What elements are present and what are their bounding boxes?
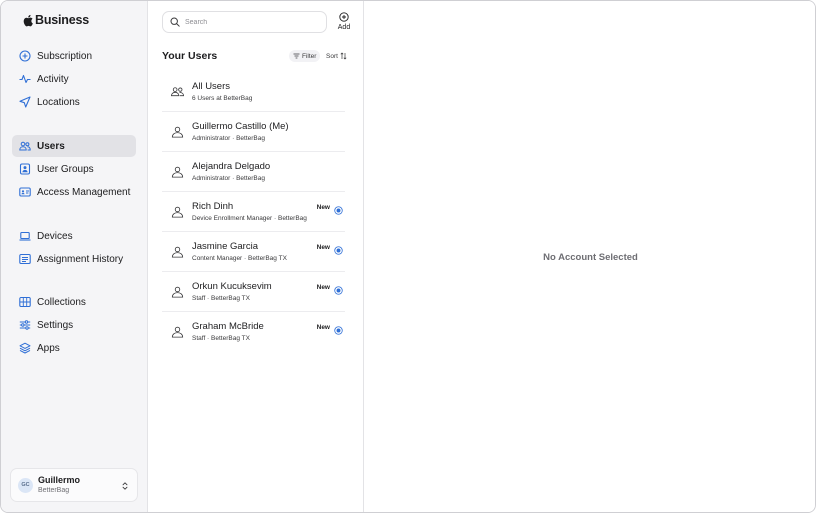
search-input[interactable]: [185, 18, 315, 26]
sidebar-item-access-management[interactable]: Access Management: [12, 181, 136, 203]
list-item-user[interactable]: Jasmine Garcia Content Manager · BetterB…: [162, 232, 345, 272]
brand-text: Business: [35, 13, 89, 27]
row-subtitle: Content Manager · BetterBag TX: [192, 255, 287, 262]
list-item-user[interactable]: Alejandra Delgado Administrator · Better…: [162, 152, 345, 192]
account-org: BetterBag: [38, 487, 70, 494]
row-subtitle: Staff · BetterBag TX: [192, 295, 250, 302]
sort-arrows-icon: [340, 52, 347, 60]
person-icon: [170, 284, 185, 299]
list-item-user[interactable]: Rich Dinh Device Enrollment Manager · Be…: [162, 192, 345, 232]
list-item-user[interactable]: Guillermo Castillo (Me) Administrator · …: [162, 112, 345, 152]
row-name: Jasmine Garcia: [192, 241, 258, 252]
avatar: GC: [18, 477, 33, 493]
chevron-up-down-icon: [122, 482, 128, 490]
sidebar-item-subscription[interactable]: Subscription: [12, 45, 136, 67]
sidebar-item-locations[interactable]: Locations: [12, 91, 136, 113]
sidebar-item-label: Locations: [37, 96, 80, 108]
grid-icon: [19, 296, 31, 308]
add-user-button[interactable]: Add: [336, 12, 352, 31]
row-subtitle: Administrator · BetterBag: [192, 175, 265, 182]
new-badge: New: [316, 324, 330, 331]
row-subtitle: Device Enrollment Manager · BetterBag: [192, 215, 307, 222]
new-badge: New: [316, 204, 330, 211]
user-groups-icon: [19, 163, 31, 175]
sidebar-item-label: Assignment History: [37, 253, 124, 265]
sliders-icon: [19, 319, 31, 331]
sidebar-item-label: Users: [37, 140, 65, 152]
id-card-icon: [19, 186, 31, 198]
sidebar-item-label: Apps: [37, 342, 60, 354]
sidebar-item-label: Access Management: [37, 186, 131, 198]
sidebar-item-apps[interactable]: Apps: [12, 337, 136, 359]
sidebar-item-user-groups[interactable]: User Groups: [12, 158, 136, 180]
row-name: All Users: [192, 81, 231, 92]
location-arrow-icon: [19, 96, 31, 108]
detail-pane: No Account Selected: [364, 1, 815, 512]
unread-dot-icon: [334, 322, 343, 335]
person-icon: [170, 324, 185, 339]
row-name: Guillermo Castillo (Me): [192, 121, 289, 132]
sidebar-item-label: Subscription: [37, 50, 93, 62]
row-subtitle: Administrator · BetterBag: [192, 135, 265, 142]
new-badge: New: [316, 244, 330, 251]
search-icon: [170, 17, 180, 27]
list-item-all-users[interactable]: All Users 6 Users at BetterBag: [162, 72, 345, 112]
app-window: Business Subscription Activity Locations: [0, 0, 816, 513]
sidebar-item-activity[interactable]: Activity: [12, 68, 136, 90]
person-icon: [170, 124, 185, 139]
add-label: Add: [337, 24, 351, 31]
sidebar-item-collections[interactable]: Collections: [12, 291, 136, 313]
unread-dot-icon: [334, 202, 343, 215]
sidebar-item-users[interactable]: Users: [12, 135, 136, 157]
people-icon: [170, 84, 185, 99]
user-list-pane: Add Your Users Filter Sort All Users 6 U…: [148, 1, 364, 512]
row-subtitle: Staff · BetterBag TX: [192, 335, 250, 342]
person-icon: [170, 244, 185, 259]
account-info: Guillermo BetterBag: [38, 475, 80, 495]
person-icon: [170, 204, 185, 219]
sidebar-item-label: Devices: [37, 230, 73, 242]
list-item-user[interactable]: Graham McBride Staff · BetterBag TX New: [162, 312, 345, 352]
filter-button[interactable]: Filter: [289, 50, 321, 62]
sort-button[interactable]: Sort: [326, 50, 347, 62]
filter-icon: [293, 53, 300, 59]
filter-label: Filter: [302, 52, 317, 60]
row-name: Graham McBride: [192, 321, 264, 332]
sidebar-item-label: User Groups: [37, 163, 94, 175]
row-subtitle: 6 Users at BetterBag: [192, 95, 253, 102]
list-title: Your Users: [162, 50, 218, 62]
account-name: Guillermo: [38, 475, 81, 485]
empty-state-text: No Account Selected: [543, 252, 638, 263]
list-card-icon: [19, 253, 31, 265]
row-name: Orkun Kucuksevim: [192, 281, 272, 292]
stack-icon: [19, 342, 31, 354]
row-name: Alejandra Delgado: [192, 161, 271, 172]
sidebar-item-label: Collections: [37, 296, 86, 308]
brand-logo: Business: [22, 13, 89, 27]
laptop-icon: [19, 230, 31, 242]
sidebar-item-label: Settings: [37, 319, 74, 331]
apple-logo-icon: [23, 14, 33, 26]
activity-icon: [19, 73, 31, 85]
sidebar-item-label: Activity: [37, 73, 69, 85]
users-icon: [19, 140, 31, 152]
new-badge: New: [316, 284, 330, 291]
unread-dot-icon: [334, 242, 343, 255]
sort-label: Sort: [326, 52, 338, 60]
sidebar-item-assignment-history[interactable]: Assignment History: [12, 248, 136, 270]
search-field[interactable]: [162, 11, 327, 33]
account-switcher[interactable]: GC Guillermo BetterBag: [10, 468, 138, 502]
row-name: Rich Dinh: [192, 201, 234, 212]
sidebar-item-settings[interactable]: Settings: [12, 314, 136, 336]
add-circle-icon: [339, 12, 349, 22]
list-item-user[interactable]: Orkun Kucuksevim Staff · BetterBag TX Ne…: [162, 272, 345, 312]
person-icon: [170, 164, 185, 179]
plus-circle-icon: [19, 50, 31, 62]
sidebar-item-devices[interactable]: Devices: [12, 225, 136, 247]
sidebar: Business Subscription Activity Locations: [1, 1, 148, 512]
unread-dot-icon: [334, 282, 343, 295]
